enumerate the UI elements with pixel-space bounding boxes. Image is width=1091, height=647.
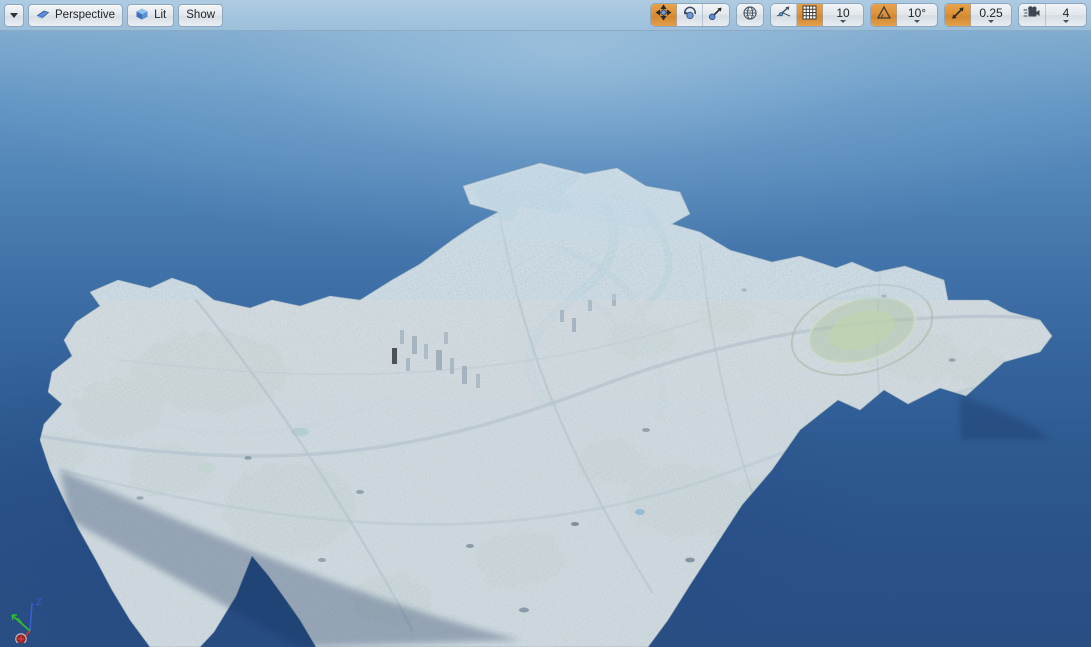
show-flags-label: Show (186, 9, 216, 21)
chevron-down-icon (10, 12, 18, 18)
scale-snap-group: 0.25 (944, 3, 1012, 27)
water-sheen (0, 0, 1091, 647)
scale-gizmo-icon (708, 5, 724, 26)
camera-perspective-icon (36, 7, 50, 24)
scale-snap-toggle[interactable] (945, 4, 971, 26)
rotate-gizmo-icon (682, 5, 698, 26)
camera-speed-group: 4 (1018, 3, 1087, 27)
coordinate-system-group (736, 3, 764, 27)
scale-snap-value-label: 0.25 (979, 6, 1003, 20)
grid-snap-group: 10 (770, 3, 864, 27)
camera-perspective-label: Perspective (55, 9, 116, 21)
translate-mode-button[interactable] (651, 4, 677, 26)
view-mode-button[interactable]: Lit (127, 3, 175, 27)
level-viewport[interactable]: Z Perspective Lit Show 10 10° 0.25 4 (0, 0, 1091, 647)
rotate-mode-button[interactable] (677, 4, 703, 26)
surface-snap-icon (775, 4, 792, 26)
grid-snap-value[interactable]: 10 (823, 4, 863, 26)
rotation-snap-group: 10° (870, 3, 938, 27)
scale-mode-button[interactable] (703, 4, 729, 26)
grid-snap-value-label: 10 (836, 6, 850, 20)
world-globe-icon (742, 5, 758, 26)
camera-speed-value-label: 4 (1062, 6, 1070, 20)
camera-speed-icon (1023, 5, 1041, 25)
surface-snap-button[interactable] (771, 4, 797, 26)
grid-snap-toggle[interactable] (797, 4, 823, 26)
view-mode-label: Lit (154, 9, 167, 21)
lit-cube-icon (135, 7, 149, 24)
show-flags-button[interactable]: Show (178, 3, 224, 27)
translate-gizmo-icon (655, 4, 672, 26)
viewport-options-menu-button[interactable] (4, 3, 24, 27)
rotation-snap-toggle[interactable] (871, 4, 897, 26)
viewport-toolbar[interactable]: Perspective Lit Show 10 10° 0.25 4 (0, 0, 1091, 31)
chevron-down-icon (988, 20, 994, 23)
coordinate-system-button[interactable] (737, 4, 763, 26)
camera-speed-icon-seg[interactable] (1019, 4, 1046, 26)
chevron-down-icon (840, 20, 846, 23)
camera-perspective-button[interactable]: Perspective (28, 3, 124, 27)
grid-snap-icon (802, 5, 817, 25)
scale-snap-icon (950, 5, 966, 26)
viewport-axis-indicator: Z (4, 591, 56, 645)
scale-snap-value[interactable]: 0.25 (971, 4, 1011, 26)
transform-mode-group (650, 3, 730, 27)
camera-speed-value[interactable]: 4 (1046, 4, 1086, 26)
chevron-down-icon (1063, 20, 1069, 23)
axis-label-z: Z (36, 597, 42, 607)
rotation-snap-icon (876, 5, 892, 26)
rotation-snap-value[interactable]: 10° (897, 4, 937, 26)
rotation-snap-value-label: 10° (907, 6, 927, 20)
toolbar-left-group: Perspective Lit Show (4, 3, 224, 27)
chevron-down-icon (914, 20, 920, 23)
toolbar-right-group: 10 10° 0.25 4 (650, 3, 1087, 27)
